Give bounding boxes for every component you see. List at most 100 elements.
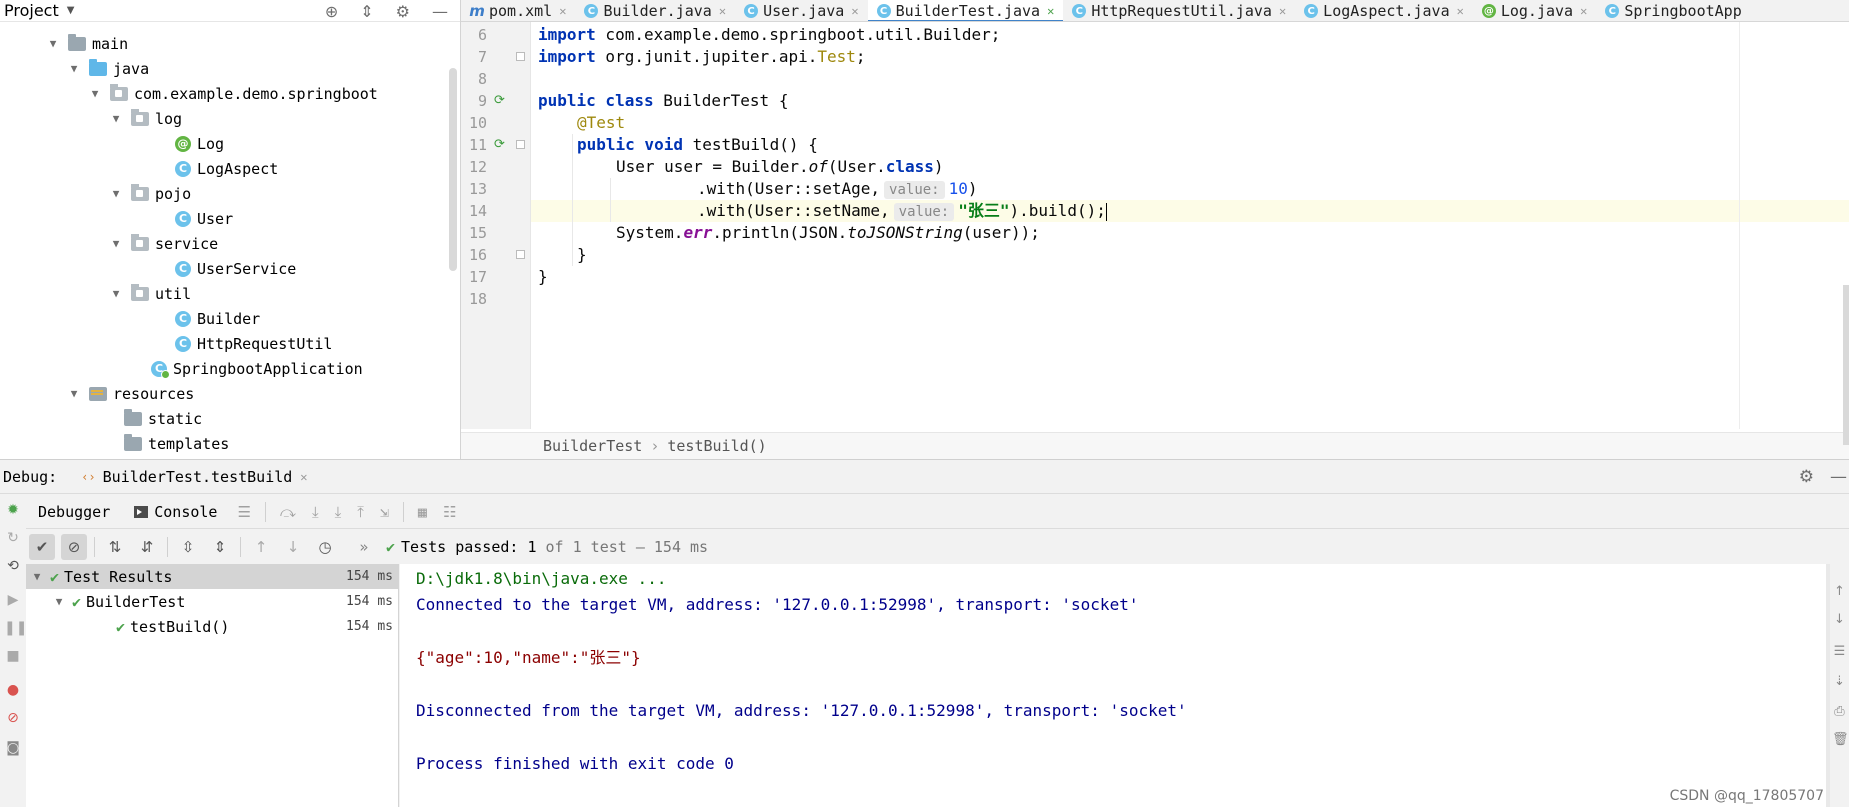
up-arrow-icon[interactable]: ↑ bbox=[1832, 584, 1847, 599]
close-icon[interactable]: ✕ bbox=[1457, 4, 1464, 18]
step-into-icon[interactable]: ⤓ bbox=[312, 503, 319, 521]
trace-icon[interactable]: ☷ bbox=[443, 503, 456, 521]
editor-gutter[interactable]: 6 7 8 9 10 11 12 13 14 15 16 17 18 ⟳ ⟳ bbox=[461, 22, 531, 429]
chevron-down-icon[interactable]: ▼ bbox=[88, 87, 102, 100]
close-icon[interactable]: ✕ bbox=[559, 4, 566, 18]
code-text-area[interactable]: import com.example.demo.springboot.util.… bbox=[532, 22, 1849, 429]
sort-by-duration-icon[interactable]: ⇵ bbox=[134, 534, 160, 560]
breadcrumb-method[interactable]: testBuild() bbox=[667, 437, 766, 455]
tree-node-log[interactable]: ▼ log bbox=[109, 106, 182, 131]
step-over-icon[interactable]: ⤼ bbox=[280, 503, 296, 521]
breadcrumb-class[interactable]: BuilderTest bbox=[543, 437, 642, 455]
evaluate-expression-icon[interactable]: ▦ bbox=[418, 503, 427, 521]
show-passed-icon[interactable]: ✔ bbox=[29, 534, 55, 560]
chevron-down-icon[interactable]: ▼ bbox=[109, 187, 123, 200]
force-step-into-icon[interactable]: ⤓ bbox=[335, 503, 342, 521]
run-test-icon[interactable]: ⟳ bbox=[494, 138, 508, 152]
chevron-down-icon[interactable]: ▼ bbox=[67, 387, 81, 400]
test-history-icon[interactable]: ◷ bbox=[312, 534, 338, 560]
chevron-down-icon[interactable]: ▼ bbox=[46, 37, 60, 50]
close-icon[interactable]: ✕ bbox=[1279, 4, 1286, 18]
tree-node-builder[interactable]: C Builder bbox=[175, 306, 260, 331]
collapse-all-icon[interactable]: ⇕ bbox=[207, 534, 233, 560]
tree-node-main[interactable]: ▼ main bbox=[46, 31, 128, 56]
project-panel-title[interactable]: Project bbox=[4, 1, 59, 20]
locate-icon[interactable]: ⊕ bbox=[325, 2, 338, 21]
view-breakpoints-icon[interactable]: ● bbox=[4, 681, 22, 699]
chevron-down-icon[interactable]: ▼ bbox=[52, 595, 66, 608]
tab-pom-xml[interactable]: m pom.xml ✕ bbox=[461, 0, 575, 21]
sort-alphabetically-icon[interactable]: ⇅ bbox=[102, 534, 128, 560]
tree-node-log-annotation[interactable]: @ Log bbox=[175, 131, 224, 156]
pause-icon[interactable]: ❚❚ bbox=[4, 619, 27, 637]
mute-breakpoints-icon[interactable]: ⊘ bbox=[4, 709, 22, 727]
previous-failed-icon[interactable]: ↑ bbox=[248, 534, 274, 560]
run-test-icon[interactable]: ⟳ bbox=[494, 94, 508, 108]
editor-scrollbar[interactable] bbox=[1843, 285, 1849, 445]
console-output[interactable]: D:\jdk1.8\bin\java.exe ... Connected to … bbox=[400, 564, 1830, 807]
project-panel-header[interactable]: Project ▼ ⊕ ⇕ ⚙ — bbox=[0, 0, 460, 22]
tab-logaspect-java[interactable]: C LogAspect.java ✕ bbox=[1295, 0, 1473, 21]
tab-springbootapp[interactable]: C SpringbootApp bbox=[1596, 0, 1750, 21]
chevron-down-icon[interactable]: ▼ bbox=[67, 5, 75, 16]
rerun-icon[interactable]: ↻ bbox=[4, 529, 22, 547]
collapse-all-icon[interactable]: ⇕ bbox=[360, 2, 373, 21]
close-icon[interactable]: ✕ bbox=[1047, 4, 1054, 18]
tab-debugger[interactable]: Debugger bbox=[26, 495, 122, 529]
tab-console[interactable]: Console bbox=[122, 495, 229, 529]
camera-icon[interactable]: ◙ bbox=[4, 739, 22, 757]
trash-icon[interactable]: 🗑 bbox=[1832, 732, 1849, 747]
tree-node-logaspect[interactable]: C LogAspect bbox=[175, 156, 278, 181]
run-to-cursor-icon[interactable]: ⇲ bbox=[380, 503, 389, 521]
step-out-icon[interactable]: ⤒ bbox=[357, 503, 364, 521]
restart-icon[interactable]: ⟲ bbox=[4, 557, 22, 575]
tree-node-resources[interactable]: ▼ resources bbox=[67, 381, 195, 406]
chevron-down-icon[interactable]: ▼ bbox=[109, 112, 123, 125]
expand-all-icon[interactable]: ⇳ bbox=[175, 534, 201, 560]
tab-log-java[interactable]: @ Log.java ✕ bbox=[1473, 0, 1596, 21]
close-icon[interactable]: ✕ bbox=[1580, 4, 1587, 18]
close-icon[interactable]: ✕ bbox=[300, 470, 307, 484]
tree-node-user[interactable]: C User bbox=[175, 206, 233, 231]
fold-marker-icon[interactable] bbox=[516, 250, 525, 259]
gear-icon[interactable]: ⚙ bbox=[1799, 467, 1814, 487]
chevron-down-icon[interactable]: ▼ bbox=[109, 237, 123, 250]
tab-user-java[interactable]: C User.java ✕ bbox=[735, 0, 868, 21]
tree-node-util[interactable]: ▼ util bbox=[109, 281, 191, 306]
stop-icon[interactable]: ■ bbox=[4, 647, 22, 665]
test-method-node[interactable]: ✔ testBuild() 154 ms bbox=[26, 614, 399, 639]
test-results-root[interactable]: ▼ ✔ Test Results 154 ms bbox=[26, 564, 399, 589]
chevron-down-icon[interactable]: ▼ bbox=[67, 62, 81, 75]
tree-node-static[interactable]: static bbox=[124, 406, 202, 431]
close-icon[interactable]: ✕ bbox=[851, 4, 858, 18]
project-scrollbar[interactable] bbox=[449, 68, 457, 271]
chevron-down-icon[interactable]: ▼ bbox=[109, 287, 123, 300]
down-arrow-icon[interactable]: ↓ bbox=[1832, 612, 1847, 627]
tree-node-service[interactable]: ▼ service bbox=[109, 231, 218, 256]
fold-marker-icon[interactable] bbox=[516, 140, 525, 149]
soft-wrap-icon[interactable]: ☰ bbox=[1832, 644, 1847, 659]
tree-node-httprequestutil[interactable]: C HttpRequestUtil bbox=[175, 331, 332, 356]
tree-node-springbootapplication[interactable]: C SpringbootApplication bbox=[151, 356, 363, 381]
tree-node-userservice[interactable]: C UserService bbox=[175, 256, 296, 281]
show-ignored-icon[interactable]: ⊘ bbox=[61, 534, 87, 560]
tab-builder-java[interactable]: C Builder.java ✕ bbox=[575, 0, 735, 21]
tree-node-templates[interactable]: templates bbox=[124, 431, 229, 456]
print-icon[interactable]: ⎙ bbox=[1832, 704, 1847, 719]
test-class-node[interactable]: ▼ ✔ BuilderTest 154 ms bbox=[26, 589, 399, 614]
menu-lines-icon[interactable]: ☰ bbox=[237, 503, 250, 521]
minimize-icon[interactable]: — bbox=[1830, 467, 1847, 487]
more-icon[interactable]: » bbox=[351, 534, 377, 560]
close-icon[interactable]: ✕ bbox=[719, 4, 726, 18]
tab-httprequestutil-java[interactable]: C HttpRequestUtil.java ✕ bbox=[1063, 0, 1295, 21]
debug-bug-icon[interactable]: ✹ bbox=[4, 501, 22, 519]
fold-marker-icon[interactable] bbox=[516, 52, 525, 61]
tree-node-pojo[interactable]: ▼ pojo bbox=[109, 181, 191, 206]
tab-buildertest-java[interactable]: C BuilderTest.java ✕ bbox=[867, 0, 1064, 21]
gear-icon[interactable]: ⚙ bbox=[396, 2, 410, 21]
resume-icon[interactable]: ▶ bbox=[4, 591, 22, 609]
debug-session-tab[interactable]: ‹› BuilderTest.testBuild ✕ bbox=[81, 468, 307, 486]
chevron-down-icon[interactable]: ▼ bbox=[30, 570, 44, 583]
tree-node-package-root[interactable]: ▼ com.example.demo.springboot bbox=[88, 81, 378, 106]
tree-node-java[interactable]: ▼ java bbox=[67, 56, 149, 81]
